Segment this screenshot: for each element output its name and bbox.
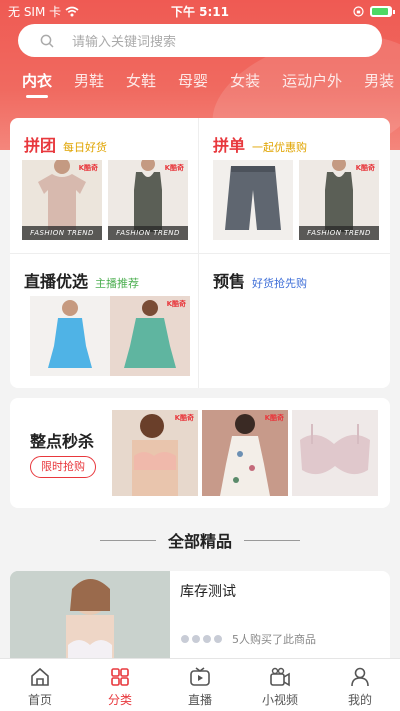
avatar [202, 634, 212, 644]
product-thumb[interactable]: K酷奇 [110, 296, 190, 376]
model-image [10, 571, 170, 671]
section-title: 全部精品 [167, 532, 232, 551]
product-card[interactable]: 库存测试 5人购买了此商品 [10, 571, 390, 671]
tab-label: 直播 [187, 693, 212, 707]
promo-grid: 拼团 每日好货 K酷奇 FASHION TREND K酷奇 FASHION TR… [10, 118, 390, 388]
buyers-info: 5人购买了此商品 [180, 631, 316, 647]
search-bar[interactable]: 请输入关键词搜索 [18, 24, 382, 57]
flash-sale-card[interactable]: 整点秒杀 限时抢购 K酷奇 K酷奇 [10, 398, 390, 508]
bottom-tabbar: 首页 分类 直播 小视频 我的 [0, 658, 400, 711]
tab-womens-shoes[interactable]: 女鞋 [126, 66, 178, 100]
avatar [213, 634, 223, 644]
search-icon [40, 34, 54, 48]
fashion-banner: FASHION TREND [22, 226, 102, 240]
flash-sale-button[interactable]: 限时抢购 [30, 456, 96, 478]
brand-tag: K酷奇 [174, 414, 194, 422]
brand-tag: K酷奇 [166, 300, 186, 308]
person-icon [351, 667, 369, 687]
combo-buy-section[interactable]: 拼单 一起优惠购 K酷奇 FASHION TREND [199, 118, 387, 253]
tab-mens-shoes[interactable]: 男鞋 [74, 66, 126, 100]
product-image[interactable] [10, 571, 170, 671]
brand-tag: K酷奇 [164, 164, 184, 172]
tab-category[interactable]: 分类 [80, 659, 160, 711]
status-bar: 无 SIM 卡 下午 5:11 [0, 0, 400, 22]
tab-label: 我的 [347, 693, 372, 707]
category-tabs: 内衣 男鞋 女鞋 母婴 女装 运动户外 男装 [0, 66, 400, 100]
live-picks-subtitle: 主播推荐 [95, 277, 140, 290]
presale-subtitle: 好货抢先购 [252, 277, 308, 290]
product-thumb[interactable] [213, 160, 293, 240]
lace-bra-image [292, 410, 378, 496]
presale-section[interactable]: 预售 好货抢先购 [199, 254, 387, 389]
brand-tag: K酷奇 [355, 164, 375, 172]
product-name: 库存测试 [180, 584, 236, 600]
group-buy-subtitle: 每日好货 [63, 141, 108, 154]
tab-label: 分类 [107, 693, 132, 707]
tab-profile[interactable]: 我的 [320, 659, 400, 711]
flash-sale-title: 整点秒杀 [30, 432, 95, 451]
product-thumb[interactable] [292, 410, 378, 496]
video-camera-icon [270, 667, 290, 687]
product-thumb[interactable]: K酷奇 FASHION TREND [108, 160, 188, 240]
group-buy-title: 拼团 [24, 136, 57, 155]
brand-tag: K酷奇 [264, 414, 284, 422]
buyers-count: 5人购买了此商品 [232, 633, 316, 646]
live-picks-title: 直播优选 [24, 272, 89, 291]
tab-sports-outdoor[interactable]: 运动户外 [282, 66, 364, 100]
orientation-lock-icon [353, 5, 364, 17]
tab-home[interactable]: 首页 [0, 659, 80, 711]
battery-icon [370, 5, 395, 17]
avatar [191, 634, 201, 644]
product-thumb[interactable]: K酷奇 FASHION TREND [22, 160, 102, 240]
divider [99, 539, 156, 541]
combo-buy-title: 拼单 [213, 136, 246, 155]
live-picks-section[interactable]: 直播优选 主播推荐 K酷奇 [10, 254, 198, 389]
shorts-image [213, 160, 293, 240]
fashion-banner: FASHION TREND [108, 226, 188, 240]
tab-underwear[interactable]: 内衣 [22, 66, 74, 100]
divider [244, 539, 300, 541]
tab-womens-clothing[interactable]: 女装 [230, 66, 282, 100]
avatar [180, 634, 190, 644]
tab-label: 小视频 [261, 693, 298, 707]
product-thumb[interactable] [30, 296, 110, 376]
tab-label: 首页 [27, 693, 52, 707]
brand-tag: K酷奇 [78, 164, 98, 172]
product-thumb[interactable]: K酷奇 [112, 410, 198, 496]
search-input[interactable]: 请输入关键词搜索 [72, 31, 176, 50]
live-tv-icon [190, 667, 210, 686]
product-thumb[interactable]: K酷奇 FASHION TREND [299, 160, 379, 240]
fashion-banner: FASHION TREND [299, 226, 379, 240]
section-header: 全部精品 [0, 528, 400, 552]
product-thumb[interactable]: K酷奇 [202, 410, 288, 496]
group-buy-section[interactable]: 拼团 每日好货 K酷奇 FASHION TREND K酷奇 FASHION TR… [10, 118, 198, 253]
presale-title: 预售 [213, 272, 246, 291]
home-icon [31, 667, 49, 686]
category-icon [111, 668, 129, 686]
tab-short-video[interactable]: 小视频 [240, 659, 320, 711]
combo-buy-subtitle: 一起优惠购 [252, 141, 308, 154]
tab-live[interactable]: 直播 [160, 659, 240, 711]
status-time: 下午 5:11 [170, 4, 230, 19]
tab-mens-clothing[interactable]: 男装 [364, 66, 400, 100]
tab-mother-baby[interactable]: 母婴 [178, 66, 230, 100]
swimsuit-image [30, 296, 110, 376]
